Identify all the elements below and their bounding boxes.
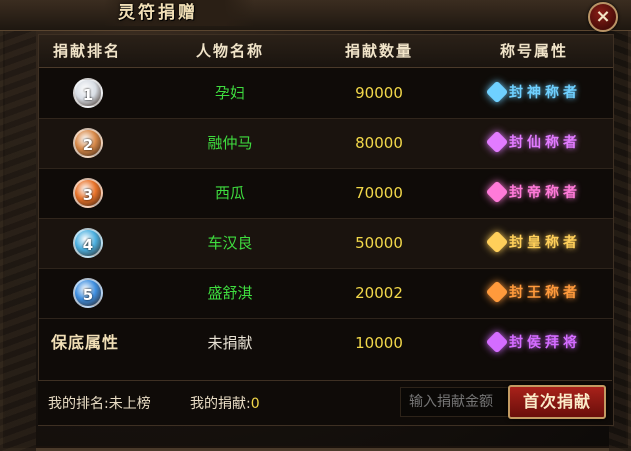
- player-name: 融仲马: [207, 134, 253, 152]
- my-rank-label: 我的排名:: [48, 396, 109, 412]
- my-rank-value: 未上榜: [108, 396, 151, 412]
- header-amount: 捐献数量: [344, 42, 413, 60]
- table-row: 2 融仲马 80000 封仙称者: [39, 118, 613, 169]
- my-donation-value: 0: [250, 396, 260, 412]
- floor-title-text: 封侯拜将: [509, 335, 581, 351]
- table-row: 4 车汉良 50000 封皇称者: [39, 218, 613, 269]
- title-glyph-icon: [485, 130, 509, 154]
- title-badge: 封王称者: [471, 280, 599, 306]
- player-name: 孕妇: [214, 84, 245, 102]
- title-glyph-icon: [485, 280, 509, 304]
- donation-amount: 70000: [355, 184, 403, 202]
- ranking-panel: 捐献排名 人物名称 捐献数量 称号属性 1 孕妇 90000 封神称者 2 融仲马 8000…: [38, 34, 614, 426]
- player-name: 盛舒淇: [207, 284, 253, 302]
- left-border-decoration: [0, 30, 36, 451]
- table-row: 1 孕妇 90000 封神称者: [39, 68, 613, 119]
- table-header: 捐献排名 人物名称 捐献数量 称号属性: [39, 35, 613, 68]
- floor-title-badge: 封侯拜将: [471, 330, 599, 356]
- rank-medal-icon: 2: [73, 128, 103, 158]
- title-glyph-icon: [485, 230, 509, 254]
- my-rank-info: 我的排名:未上榜: [48, 393, 151, 415]
- floor-attribute-row: 保底属性 未捐献 10000 封侯拜将: [39, 317, 613, 369]
- title-badge: 封皇称者: [471, 230, 599, 256]
- rank-medal-icon: 4: [73, 228, 103, 258]
- title-badge-text: 封王称者: [509, 285, 581, 301]
- player-name: 西瓜: [214, 184, 245, 202]
- my-donation-label: 我的捐献:: [190, 396, 251, 412]
- donation-amount: 90000: [355, 84, 403, 102]
- title-bar: 灵符捐赠: [0, 0, 631, 31]
- player-name: 车汉良: [207, 234, 253, 252]
- rank-medal-icon: 5: [73, 278, 103, 308]
- first-donation-button[interactable]: 首次捐献: [508, 385, 606, 419]
- window-title: 灵符捐赠: [118, 3, 198, 23]
- header-name: 人物名称: [195, 42, 264, 60]
- donation-amount: 80000: [355, 134, 403, 152]
- title-badge-text: 封神称者: [509, 85, 581, 101]
- donation-window: 灵符捐赠 × 捐献排名 人物名称 捐献数量 称号属性 1 孕妇 90000 封神称者 2…: [0, 0, 631, 451]
- header-rank: 捐献排名: [52, 42, 121, 60]
- donation-amount: 50000: [355, 234, 403, 252]
- floor-name: 未捐献: [207, 334, 253, 352]
- bottom-bar: 我的排名:未上榜 我的捐献:0 首次捐献: [38, 380, 612, 425]
- table-row: 5 盛舒淇 20002 封王称者: [39, 268, 613, 319]
- my-donation-info: 我的捐献:0: [190, 393, 260, 415]
- header-title-attr: 称号属性: [499, 42, 568, 60]
- title-badge: 封仙称者: [471, 130, 599, 156]
- table-row: 3 西瓜 70000 封帝称者: [39, 168, 613, 219]
- rank-medal-icon: 1: [73, 78, 103, 108]
- title-badge: 封神称者: [471, 80, 599, 106]
- floor-attribute-label: 保底属性: [51, 333, 120, 352]
- title-badge-text: 封帝称者: [509, 185, 581, 201]
- title-badge-text: 封仙称者: [509, 135, 581, 151]
- close-button[interactable]: ×: [588, 2, 618, 32]
- floor-amount: 10000: [355, 334, 403, 352]
- title-badge-text: 封皇称者: [509, 235, 581, 251]
- title-badge: 封帝称者: [471, 180, 599, 206]
- title-glyph-icon: [485, 80, 509, 104]
- rank-medal-icon: 3: [73, 178, 103, 208]
- title-glyph-icon: [485, 330, 509, 354]
- title-glyph-icon: [485, 180, 509, 204]
- donation-amount: 20002: [355, 284, 403, 302]
